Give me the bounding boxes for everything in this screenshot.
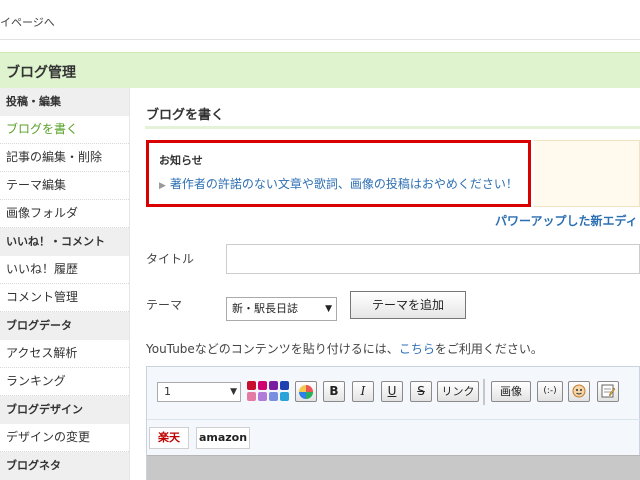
notice-message[interactable]: 著作者の許諾のない文章や歌詞、画像の投稿はおやめください！ [170, 177, 518, 191]
info-panel [534, 140, 640, 207]
notice-title: お知らせ [159, 154, 203, 167]
color-swatch[interactable] [280, 392, 289, 401]
sidebar: 投稿・編集 ブログを書く 記事の編集・削除 テーマ編集 画像フォルダ いいね！・… [0, 88, 130, 480]
theme-select[interactable]: 新・駅長日誌 ▼ [226, 297, 337, 321]
sidebar-section-post-edit: 投稿・編集 [0, 88, 129, 116]
toolbar-separator [483, 379, 485, 405]
color-palette[interactable] [247, 381, 293, 403]
sidebar-section-likes-comments: いいね！・コメント [0, 228, 129, 256]
top-bar: イページへ [0, 0, 640, 40]
editor: 1 ▼ B I U S リンク 画像 (:-) 楽天 amazon [146, 366, 640, 480]
rakuten-button[interactable]: 楽天 [149, 427, 189, 449]
color-swatch[interactable] [258, 392, 267, 401]
toolbar-divider [147, 419, 640, 420]
title-label: タイトル [146, 252, 195, 266]
image-button[interactable]: 画像 [491, 381, 531, 402]
color-picker-button[interactable] [295, 381, 317, 402]
pencil-note-icon [601, 384, 616, 398]
amazon-label: amazon [198, 431, 248, 444]
power-editor-link[interactable]: パワーアップした新エディ [495, 212, 638, 229]
color-swatch[interactable] [247, 381, 256, 390]
youtube-here-link[interactable]: こちら [399, 342, 435, 356]
notice-message-link[interactable]: ▶ 著作者の許諾のない文章や歌詞、画像の投稿はおやめください！ [159, 175, 518, 192]
main-content: ブログを書く お知らせ ▶ 著作者の許諾のない文章や歌詞、画像の投稿はおやめくださ… [130, 88, 640, 480]
template-button[interactable] [597, 381, 619, 402]
sidebar-item-write-blog[interactable]: ブログを書く [0, 116, 129, 144]
editor-mode-bar [147, 455, 640, 480]
theme-selected-value: 新・駅長日誌 [232, 302, 298, 315]
italic-button[interactable]: I [352, 381, 374, 402]
youtube-note-prefix: YouTubeなどのコンテンツを貼り付けるには、 [146, 342, 399, 356]
youtube-note-suffix: をご利用ください。 [434, 342, 543, 356]
sidebar-item-edit-delete-posts[interactable]: 記事の編集・削除 [0, 144, 129, 172]
font-size-select[interactable]: 1 ▼ [157, 382, 241, 402]
sidebar-item-ranking[interactable]: ランキング [0, 368, 129, 396]
notice-box: お知らせ ▶ 著作者の許諾のない文章や歌詞、画像の投稿はおやめください！ [146, 140, 531, 207]
sidebar-section-blog-data: ブログデータ [0, 312, 129, 340]
color-swatch[interactable] [269, 392, 278, 401]
blog-admin-title: ブログ管理 [6, 65, 76, 81]
add-theme-button[interactable]: テーマを追加 [350, 291, 466, 319]
bold-button[interactable]: B [323, 381, 345, 402]
theme-label: テーマ [146, 298, 183, 312]
chevron-down-icon: ▼ [230, 387, 237, 397]
color-wheel-icon [299, 385, 313, 399]
title-input[interactable] [226, 244, 640, 274]
title-underline [145, 126, 640, 129]
sidebar-item-theme-edit[interactable]: テーマ編集 [0, 172, 129, 200]
sidebar-item-design-change[interactable]: デザインの変更 [0, 424, 129, 452]
triangle-bullet-icon: ▶ [159, 181, 166, 191]
font-size-value: 1 [164, 385, 171, 398]
page-title: ブログを書く [146, 108, 225, 123]
face-icon [572, 384, 586, 398]
link-button[interactable]: リンク [437, 381, 479, 402]
color-swatch[interactable] [280, 381, 289, 390]
color-swatch[interactable] [247, 392, 256, 401]
emoji-button[interactable]: (:-) [537, 381, 563, 402]
chevron-down-icon: ▼ [325, 304, 332, 314]
color-swatch[interactable] [269, 381, 278, 390]
blog-admin-header: ブログ管理 [0, 52, 640, 88]
sidebar-item-image-folder[interactable]: 画像フォルダ [0, 200, 129, 228]
sidebar-item-access-analysis[interactable]: アクセス解析 [0, 340, 129, 368]
sidebar-item-like-history[interactable]: いいね！履歴 [0, 256, 129, 284]
back-to-mypage-link[interactable]: イページへ [0, 14, 55, 30]
sidebar-item-comment-management[interactable]: コメント管理 [0, 284, 129, 312]
underline-button[interactable]: U [381, 381, 403, 402]
sidebar-section-blog-design: ブログデザイン [0, 396, 129, 424]
color-swatch[interactable] [258, 381, 267, 390]
strikethrough-button[interactable]: S [410, 381, 432, 402]
decoration-button[interactable] [568, 381, 590, 402]
sidebar-section-blog-neta: ブログネタ [0, 452, 129, 480]
rakuten-label: 楽天 [158, 431, 180, 444]
youtube-embed-note: YouTubeなどのコンテンツを貼り付けるには、こちらをご利用ください。 [146, 340, 543, 357]
amazon-button[interactable]: amazon [196, 427, 250, 449]
